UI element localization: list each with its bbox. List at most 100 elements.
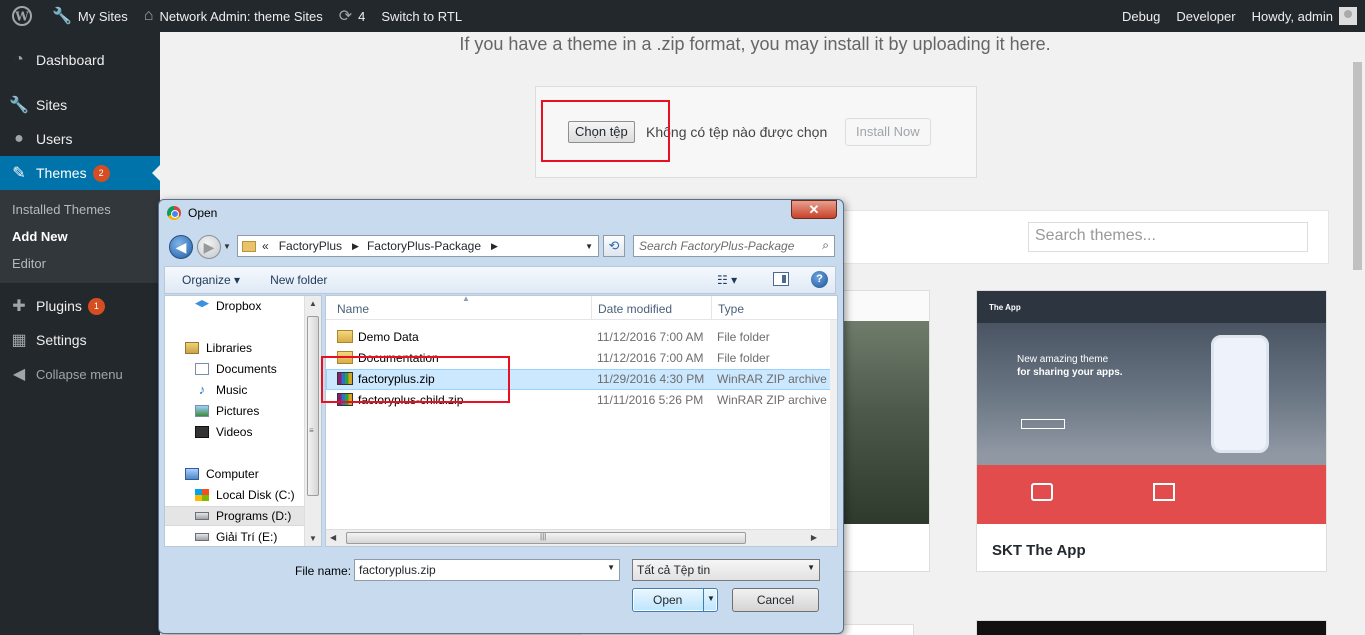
refresh-icon[interactable]: ⟲	[603, 235, 625, 257]
debug-menu[interactable]: Debug	[1114, 0, 1168, 32]
preview-pane-icon[interactable]	[773, 272, 789, 286]
breadcrumb-overflow[interactable]: «	[262, 239, 269, 253]
monitor-icon	[1153, 483, 1175, 501]
documents-icon	[195, 363, 209, 375]
dialog-title-bar: Open	[167, 206, 217, 220]
chevron-down-icon[interactable]: ▼	[607, 563, 615, 572]
theme-name: SKT The App	[992, 542, 1086, 559]
nav-item-programs-d[interactable]: Programs (D:)	[165, 506, 305, 526]
nav-item-music[interactable]: ♪ Music	[195, 380, 248, 400]
dialog-close-button[interactable]: ✕	[791, 200, 837, 219]
submenu-add-new[interactable]: Add New	[0, 223, 160, 250]
nav-item-computer[interactable]: Computer	[185, 464, 259, 484]
sidebar-item-settings[interactable]: ▦ Settings	[0, 323, 160, 357]
nav-item-dropbox[interactable]: Dropbox	[195, 296, 261, 316]
cancel-button[interactable]: Cancel	[732, 588, 819, 612]
pictures-icon	[195, 405, 209, 417]
wrench-icon: 🔧	[52, 8, 72, 25]
theme-card[interactable]	[976, 620, 1327, 635]
file-name-label: File name:	[295, 564, 352, 578]
chevron-down-icon[interactable]: ▼	[807, 563, 815, 572]
open-file-dialog: Open ✕ ◀ ▶ ▼ « FactoryPlus ▶ FactoryPlus…	[158, 199, 844, 634]
camera-icon	[1031, 483, 1053, 501]
no-file-chosen-text: Không có tệp nào được chọn	[646, 124, 828, 140]
sidebar-item-dashboard[interactable]: ◔ Dashboard	[0, 43, 160, 77]
nav-item-documents[interactable]: Documents	[195, 359, 277, 379]
submenu-installed-themes[interactable]: Installed Themes	[0, 196, 160, 223]
sidebar-item-users[interactable]: ● Users	[0, 122, 160, 156]
account-menu[interactable]: Howdy, admin	[1244, 0, 1365, 32]
submenu-editor[interactable]: Editor	[0, 250, 160, 277]
sidebar-item-plugins[interactable]: ✚ Plugins 1	[0, 289, 160, 323]
column-header-date[interactable]: Date modified	[598, 302, 672, 316]
themes-icon: ✎	[12, 165, 26, 182]
upload-intro-text: If you have a theme in a .zip format, yo…	[459, 34, 1051, 54]
column-header-type[interactable]: Type	[718, 302, 744, 316]
computer-icon	[185, 468, 199, 480]
collapse-menu-button[interactable]: ◀ Collapse menu	[0, 357, 160, 391]
scroll-up-arrow-icon[interactable]: ▲	[309, 299, 317, 308]
file-row[interactable]: Demo Data 11/12/2016 7:00 AM File folder	[326, 327, 837, 348]
change-view-icon[interactable]: ☷ ▾	[717, 273, 737, 287]
folder-icon	[337, 330, 353, 343]
avatar	[1339, 7, 1357, 25]
nav-item-videos[interactable]: Videos	[195, 422, 252, 442]
network-admin-menu[interactable]: ⌂ Network Admin: theme Sites	[136, 0, 331, 32]
sidebar-item-sites[interactable]: 🔧 Sites	[0, 88, 160, 122]
scroll-right-arrow-icon[interactable]: ▶	[811, 533, 817, 542]
collapse-icon: ◀	[12, 366, 26, 383]
sidebar-item-themes[interactable]: ✎ Themes 2	[0, 156, 160, 190]
organize-menu[interactable]: Organize ▾	[182, 273, 240, 287]
users-icon: ●	[14, 130, 24, 147]
dialog-toolbar: Organize ▾ New folder ☷ ▾ ?	[164, 266, 836, 294]
search-themes-input[interactable]: Search themes...	[1028, 222, 1308, 252]
nav-item-local-disk-c[interactable]: Local Disk (C:)	[195, 485, 295, 505]
themes-submenu: Installed Themes Add New Editor	[0, 190, 160, 283]
breadcrumb-separator-icon[interactable]: ▶	[491, 241, 498, 252]
recent-locations-dropdown[interactable]: ▼	[223, 242, 231, 251]
plugins-update-badge: 1	[87, 297, 105, 315]
new-folder-button[interactable]: New folder	[270, 273, 327, 287]
nav-item-libraries[interactable]: Libraries	[185, 338, 252, 358]
page-scrollbar[interactable]	[1350, 32, 1365, 635]
highlight-box-choose-file	[541, 100, 670, 162]
nav-item-pictures[interactable]: Pictures	[195, 401, 259, 421]
scroll-left-arrow-icon[interactable]: ◀	[330, 533, 336, 542]
theme-card-skt-the-app[interactable]: The App New amazing theme for sharing yo…	[976, 290, 1327, 572]
breadcrumb-separator-icon[interactable]: ▶	[352, 241, 359, 252]
file-name-input[interactable]: factoryplus.zip ▼	[354, 559, 620, 581]
file-list-vertical-scrollbar[interactable]	[830, 320, 837, 531]
breadcrumb-factoryplus[interactable]: FactoryPlus	[279, 239, 342, 253]
sites-icon: 🔧	[9, 97, 29, 114]
scroll-down-arrow-icon[interactable]: ▼	[309, 534, 317, 543]
back-arrow-icon[interactable]: ◀	[169, 235, 193, 259]
forward-arrow-icon[interactable]: ▶	[197, 235, 221, 259]
column-header-name[interactable]: Name	[337, 302, 369, 316]
file-list-horizontal-scrollbar[interactable]: ◀ ||| ▶	[326, 529, 837, 546]
address-bar[interactable]: « FactoryPlus ▶ FactoryPlus-Package ▶ ▼	[237, 235, 599, 257]
nav-pane-scrollbar[interactable]: ▲ ≡ ▼	[304, 296, 321, 546]
open-button[interactable]: Open ▼	[632, 588, 718, 612]
my-sites-menu[interactable]: 🔧 My Sites	[44, 0, 136, 32]
developer-menu[interactable]: Developer	[1168, 0, 1243, 32]
home-icon: ⌂	[143, 7, 154, 24]
music-icon: ♪	[198, 382, 206, 397]
folder-icon	[242, 240, 256, 252]
switch-rtl-link[interactable]: Switch to RTL	[373, 0, 470, 32]
dialog-title: Open	[188, 206, 218, 220]
breadcrumb-factoryplus-package[interactable]: FactoryPlus-Package	[367, 239, 481, 253]
chevron-down-icon[interactable]: ▼	[707, 594, 715, 603]
theme-subline: for sharing your apps.	[1017, 367, 1123, 378]
install-now-button[interactable]: Install Now	[845, 118, 931, 146]
help-icon[interactable]: ?	[811, 271, 828, 288]
file-type-select[interactable]: Tất cả Tệp tin ▼	[632, 559, 820, 581]
sort-ascending-icon: ▲	[462, 295, 470, 303]
drive-icon	[195, 533, 209, 541]
chevron-down-icon[interactable]: ▼	[585, 242, 593, 251]
themes-update-badge: 2	[92, 164, 110, 182]
file-list-header: ▲ Name Date modified Type	[326, 296, 837, 320]
nav-item-giai-tri-e[interactable]: Giải Trí (E:)	[195, 527, 277, 546]
updates-menu[interactable]: ⟳ 4	[331, 0, 374, 32]
wordpress-logo-icon[interactable]: W	[0, 0, 44, 32]
folder-search-input[interactable]: Search FactoryPlus-Package ⌕	[633, 235, 835, 257]
